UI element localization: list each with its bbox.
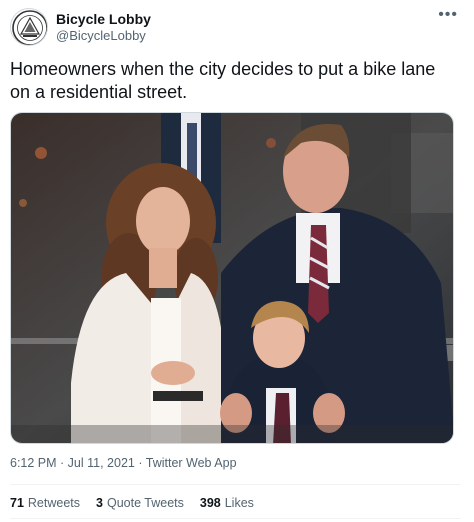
tweet: Bicycle Lobby @BicycleLobby ••• Homeowne… xyxy=(0,0,474,522)
tweet-time[interactable]: 6:12 PM xyxy=(10,456,57,470)
likes-count: 398 xyxy=(199,496,221,510)
divider xyxy=(10,518,460,519)
tweet-stats: 71 Retweets 3 Quote Tweets 398 Likes xyxy=(10,496,254,510)
likes-label: Likes xyxy=(224,496,254,510)
author-name[interactable]: Bicycle Lobby xyxy=(56,11,151,27)
retweets-label: Retweets xyxy=(27,496,81,510)
quote-tweets-count: 3 xyxy=(96,496,103,510)
tweet-meta: 6:12 PM · Jul 11, 2021 · Twitter Web App xyxy=(10,456,237,470)
photo-icon xyxy=(11,113,453,443)
seal-logo-icon xyxy=(12,10,47,45)
tweet-text: Homeowners when the city decides to put … xyxy=(10,59,436,102)
avatar[interactable] xyxy=(10,8,48,46)
divider xyxy=(10,484,460,485)
author-handle[interactable]: @BicycleLobby xyxy=(56,28,146,43)
quote-tweets-stat[interactable]: 3 Quote Tweets xyxy=(96,496,184,510)
meta-separator: · xyxy=(134,456,146,470)
quote-tweets-label: Quote Tweets xyxy=(106,496,184,510)
meta-separator: · xyxy=(56,456,68,470)
tweet-photo[interactable] xyxy=(10,112,454,444)
tweet-date[interactable]: Jul 11, 2021 xyxy=(68,456,135,470)
tweet-source[interactable]: Twitter Web App xyxy=(146,456,237,470)
retweets-stat[interactable]: 71 Retweets xyxy=(10,496,80,510)
likes-stat[interactable]: 398 Likes xyxy=(200,496,254,510)
more-icon[interactable]: ••• xyxy=(438,6,458,24)
retweets-count: 71 xyxy=(10,496,24,510)
